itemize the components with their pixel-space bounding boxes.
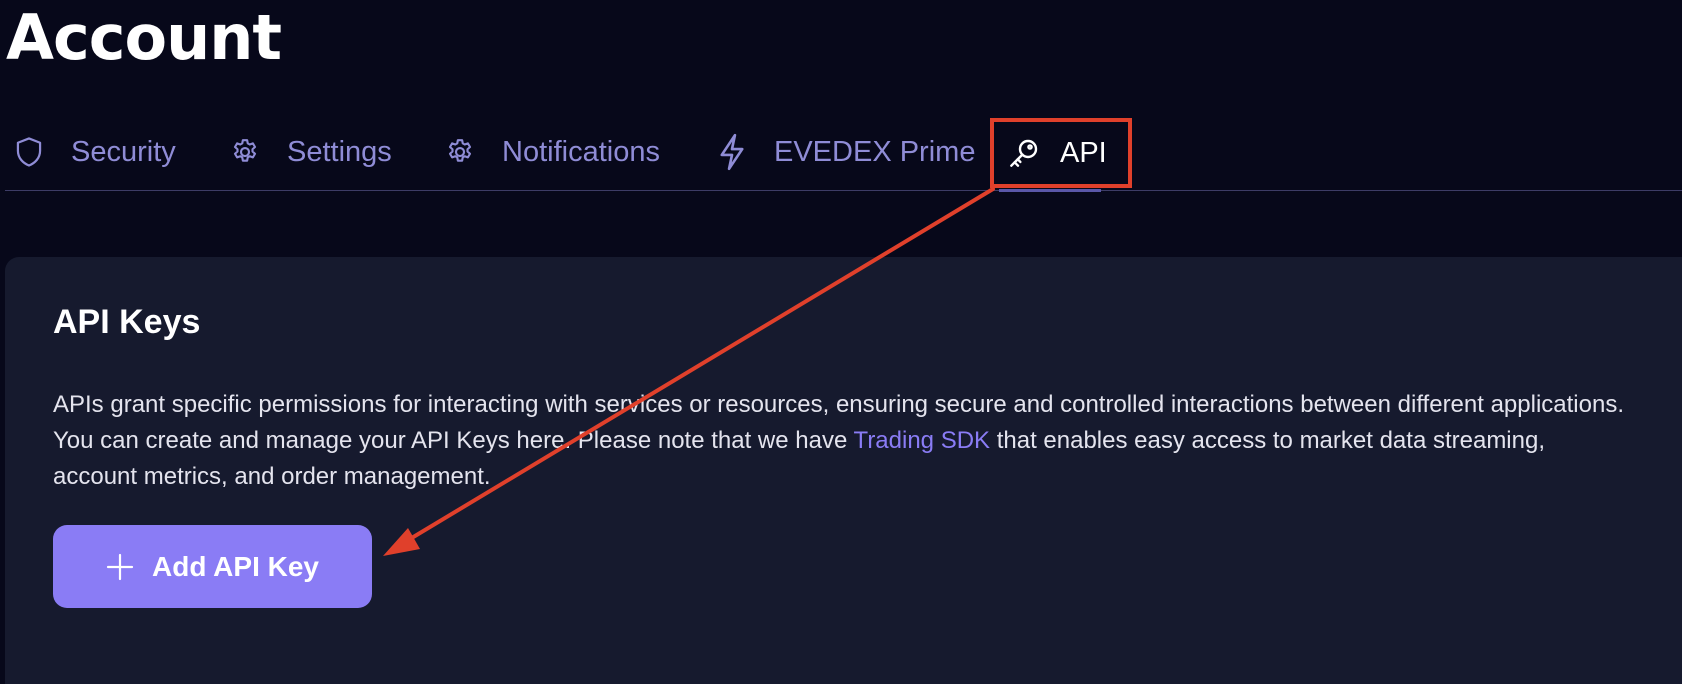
tab-label: API [1060,136,1107,169]
tab-settings[interactable]: Settings [229,119,392,185]
api-keys-card: API Keys APIs grant specific permissions… [5,257,1682,684]
page-title: Account [6,1,282,74]
add-api-key-label: Add API Key [152,550,319,582]
tabs-divider [5,190,1682,191]
active-tab-indicator [999,189,1101,192]
trading-sdk-link[interactable]: Trading SDK [854,427,991,454]
plus-icon [106,553,134,581]
tab-label: EVEDEX Prime [774,135,976,168]
tab-label: Notifications [502,135,660,168]
shield-icon [13,136,45,168]
tab-api[interactable]: API [990,118,1132,188]
api-keys-title: API Keys [53,303,201,341]
gear-icon [229,136,261,168]
api-keys-description: APIs grant specific permissions for inte… [53,387,1633,495]
tab-notifications[interactable]: Notifications [444,119,660,185]
account-page: Account Security Settings Notifications … [0,0,1682,684]
lightning-icon [716,133,748,171]
add-api-key-button[interactable]: Add API Key [53,525,372,608]
tab-security[interactable]: Security [13,119,176,185]
key-icon [1008,137,1040,169]
tab-label: Settings [287,135,392,168]
tab-evedex-prime[interactable]: EVEDEX Prime [716,119,975,185]
tab-label: Security [71,135,176,168]
account-tabs: Security Settings Notifications EVEDEX P… [5,118,1682,191]
gear-icon [444,136,476,168]
